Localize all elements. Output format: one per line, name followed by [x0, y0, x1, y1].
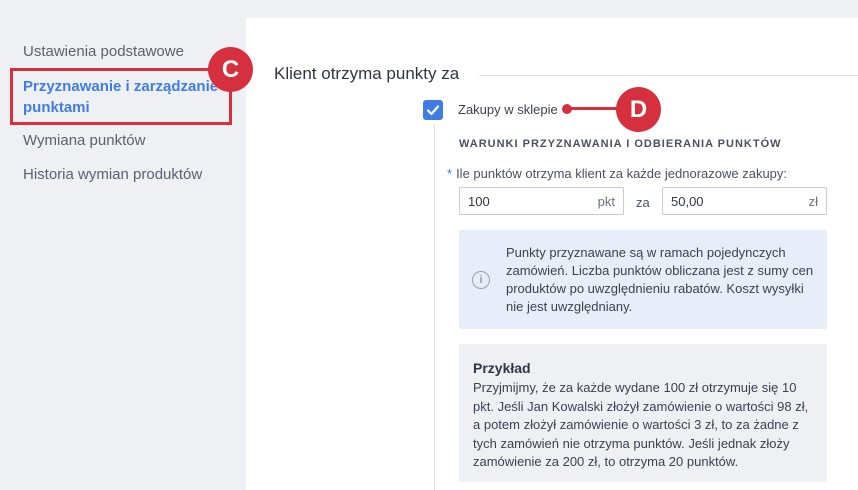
check-icon [426, 105, 440, 116]
annotation-connector [566, 107, 618, 110]
example-title: Przykład [473, 360, 531, 376]
annotation-badge-c: C [208, 47, 253, 92]
amount-input[interactable]: 50,00 zł [662, 187, 827, 215]
info-icon: i [472, 271, 490, 289]
info-text: Punkty przyznawane są w ramach pojedyncz… [506, 245, 814, 314]
section-divider [479, 75, 858, 76]
annotation-badge-d: D [616, 87, 661, 132]
currency-unit: zł [808, 193, 818, 209]
points-field-label: * Ile punktów otrzyma klient za każde jed… [447, 166, 787, 181]
example-text: Przyjmijmy, że za każde wydane 100 zł ot… [473, 380, 809, 469]
section-title: Klient otrzyma punkty za [274, 64, 460, 83]
highlight-frame [10, 68, 232, 125]
points-input[interactable]: 100 pkt [459, 187, 624, 215]
sidebar-item-exchange-history[interactable]: Historia wymian produktów [23, 166, 202, 183]
required-mark: * [447, 166, 453, 181]
amount-input-value: 50,00 [671, 193, 704, 209]
info-box: i Punkty przyznawane są w ramach pojedyn… [459, 230, 827, 329]
purchases-checkbox-label[interactable]: Zakupy w sklepie [458, 102, 558, 117]
example-box: Przykład Przyjmijmy, że za każde wydane … [459, 344, 827, 482]
annotation-connector-dot [562, 104, 572, 114]
sidebar-item-basic-settings[interactable]: Ustawienia podstawowe [23, 43, 184, 60]
points-field-label-text: Ile punktów otrzyma klient za każde jedn… [456, 166, 788, 181]
za-label: za [636, 195, 650, 210]
purchases-checkbox[interactable] [423, 100, 443, 120]
section-indent-line [434, 124, 435, 490]
points-unit: pkt [597, 193, 615, 209]
sidebar-item-points-exchange[interactable]: Wymiana punktów [23, 132, 145, 149]
conditions-heading: WARUNKI PRZYZNAWANIA I ODBIERANIA PUNKTÓ… [459, 138, 782, 150]
points-input-value: 100 [468, 193, 490, 209]
top-strip [246, 0, 858, 18]
